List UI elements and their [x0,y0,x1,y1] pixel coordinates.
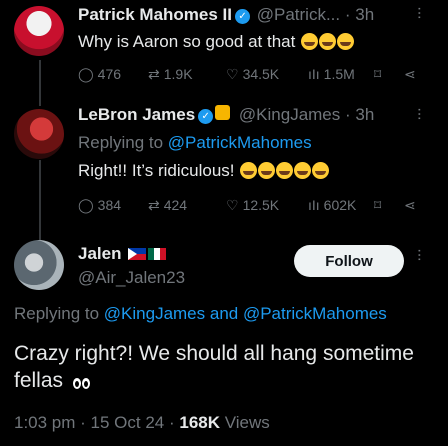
follow-button[interactable]: Follow [294,245,404,277]
eyes-emoji-icon [72,369,91,396]
mention-link[interactable]: @PatrickMahomes [243,304,387,323]
mention-link[interactable]: @KingJames [104,304,205,323]
philippines-flag-icon [128,248,147,260]
avatar[interactable] [14,240,64,290]
mention-and: and [205,304,243,323]
author-name[interactable]: Jalen [78,244,121,263]
views-count: 168K [179,413,220,432]
replying-to: Replying to @KingJames and @PatrickMahom… [14,304,387,324]
mexico-flag-icon [148,248,167,260]
views-label: Views [220,413,270,432]
tweet-main: Jalen @Air_Jalen23 Follow ··· Replying t… [0,0,448,446]
tweet-footer: 1:03 pm · 15 Oct 24 · 168K Views [14,413,270,433]
tweet-text: Crazy right?! We should all hang sometim… [14,340,434,396]
handle[interactable]: @Air_Jalen23 [78,268,185,288]
tweet-header: Jalen [78,244,167,264]
replying-to-label: Replying to [14,304,104,323]
more-icon[interactable]: ··· [410,248,428,261]
timestamp[interactable]: 1:03 pm · 15 Oct 24 · [14,413,179,432]
